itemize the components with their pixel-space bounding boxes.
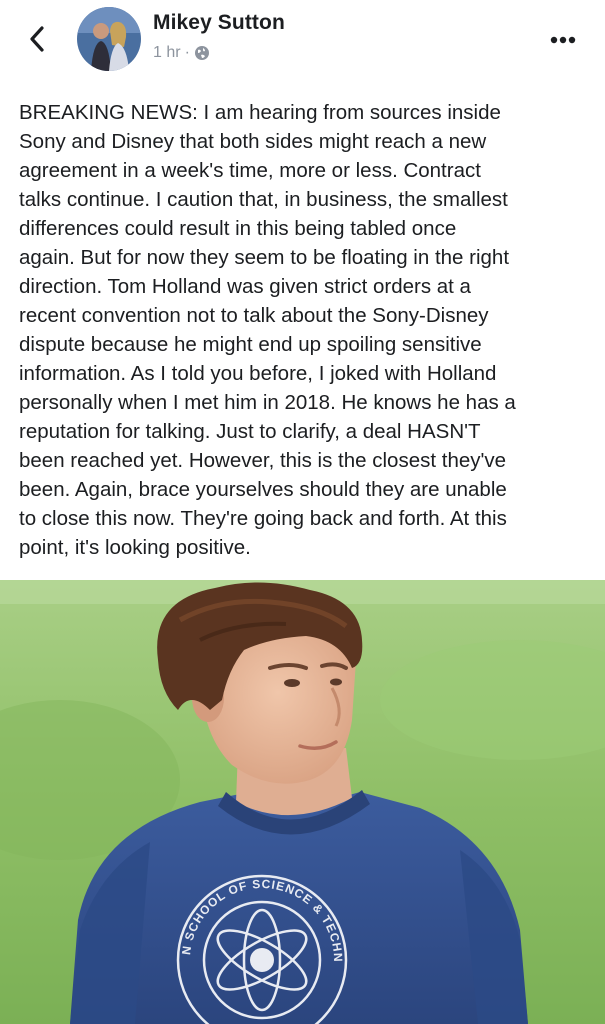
post-text-line: Sony and Disney that both sides might re… [19,130,487,153]
post-text-line: been. Again, brace yourselves should the… [19,478,507,501]
back-button[interactable] [22,24,52,58]
author-name[interactable]: Mikey Sutton [153,11,285,35]
post-text-line: again. But for now they seem to be float… [19,246,510,269]
post-text-line: information. As I told you before, I jok… [19,362,497,385]
post-text-line: recent convention not to talk about the … [19,304,489,327]
post-text-line: reputation for talking. Just to clarify,… [19,420,481,443]
post-text-line: been reached yet. However, this is the c… [19,449,507,472]
post-view: Mikey Sutton 1 hr · BREAKING NEWS: I am … [0,0,605,1024]
post-text: BREAKING NEWS: I am hearing from sources… [19,98,591,562]
post-header: Mikey Sutton 1 hr · [0,0,605,92]
post-text-line: BREAKING NEWS: I am hearing from sources… [19,101,501,124]
post-text-line: dispute because he might end up spoiling… [19,333,482,356]
post-text-line: personally when I met him in 2018. He kn… [19,391,516,414]
post-text-line: talks continue. I caution that, in busin… [19,188,508,211]
avatar[interactable] [77,7,141,71]
post-text-line: differences could result in this being t… [19,217,457,240]
timestamp[interactable]: 1 hr [153,44,181,62]
post-text-line: agreement in a week's time, more or less… [19,159,481,182]
post-text-line: point, it's looking positive. [19,536,251,559]
more-horizontal-icon [550,31,576,49]
meta-separator: · [184,44,190,61]
more-options-button[interactable] [545,30,581,50]
post-text-line: direction. Tom Holland was given strict … [19,275,471,298]
post-text-line: to close this now. They're going back an… [19,507,507,530]
post-meta: 1 hr · [153,44,210,62]
chevron-left-icon [29,25,45,57]
post-photo[interactable]: MIDTOWN SCHOOL OF SCIENCE & TECHNOLOGY [0,580,605,1024]
globe-icon [194,45,210,61]
